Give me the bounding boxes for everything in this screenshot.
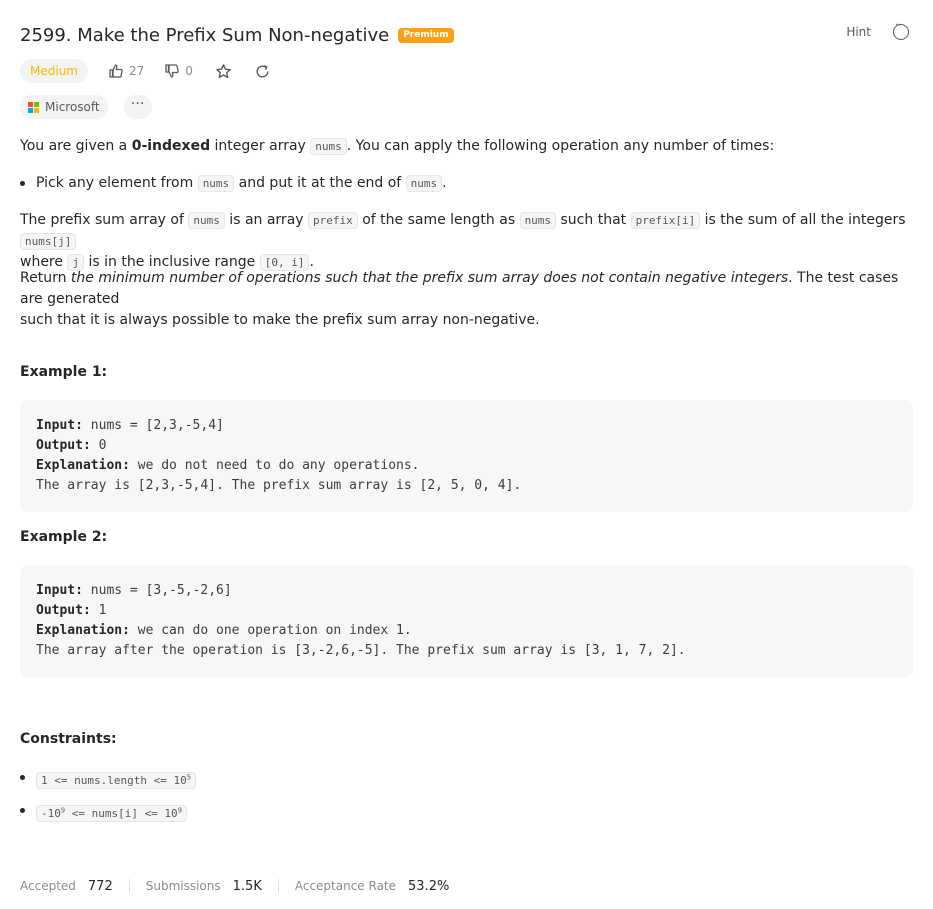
accepted-label: Accepted bbox=[20, 879, 76, 893]
title-actions: Hint bbox=[846, 20, 909, 40]
inline-code: nums bbox=[310, 138, 347, 155]
explanation-value: we do not need to do any operations. bbox=[129, 458, 420, 473]
more-options-icon[interactable] bbox=[893, 20, 909, 40]
divider bbox=[277, 879, 279, 893]
bullet-dot bbox=[20, 808, 25, 813]
inline-code: 1 <= nums.length <= 105 bbox=[36, 771, 196, 789]
submissions-count: 1.5K bbox=[232, 878, 262, 894]
inline-code: nums bbox=[405, 175, 443, 192]
text: integer array bbox=[210, 138, 311, 154]
superscript: 9 bbox=[177, 806, 182, 814]
text: such that it is always possible to make … bbox=[20, 312, 540, 328]
output-label: Output: bbox=[36, 603, 91, 618]
dislike-count: 0 bbox=[185, 64, 193, 78]
bullet-dot bbox=[20, 775, 25, 780]
meta-row: Medium 27 0 bbox=[20, 59, 271, 83]
constraints-heading: Constraints: bbox=[20, 731, 117, 747]
inline-code: nums bbox=[188, 212, 225, 229]
accepted-count: 772 bbox=[87, 878, 113, 894]
dislike-button[interactable]: 0 bbox=[164, 63, 193, 79]
acceptance-rate: 53.2% bbox=[408, 878, 450, 894]
text: Return bbox=[20, 270, 71, 286]
refresh-share-icon bbox=[256, 64, 269, 77]
example-2-block: Input: nums = [3,-5,-2,6] Output: 1 Expl… bbox=[20, 565, 913, 677]
acceptance-rate-label: Acceptance Rate bbox=[294, 879, 397, 893]
microsoft-logo-icon bbox=[28, 101, 39, 113]
inline-code: nums bbox=[197, 175, 235, 192]
example-output-line: Output: 1 bbox=[36, 601, 106, 621]
explanation-label: Explanation: bbox=[36, 458, 130, 473]
example-1-heading: Example 1: bbox=[20, 364, 108, 380]
thumbs-up-icon bbox=[109, 64, 123, 78]
company-tag[interactable]: Microsoft bbox=[20, 95, 108, 119]
description-paragraph-2: The prefix sum array of nums is an array… bbox=[20, 210, 913, 273]
example-explanation-line: Explanation: we do not need to do any op… bbox=[36, 456, 420, 476]
constraint-text: -109 <= nums[i] <= 109 bbox=[36, 800, 187, 824]
company-tag-label: Microsoft bbox=[45, 100, 100, 114]
text: . bbox=[442, 175, 447, 191]
example-input-line: Input: nums = [2,3,-5,4] bbox=[36, 416, 224, 436]
output-value: 1 bbox=[90, 603, 107, 618]
constraint-text: 1 <= nums.length <= 105 bbox=[36, 767, 196, 791]
example-extra-line: The array is [2,3,-5,4]. The prefix sum … bbox=[36, 478, 522, 493]
input-value: nums = [3,-5,-2,6] bbox=[82, 583, 232, 598]
description-paragraph-1: You are given a 0-indexed integer array … bbox=[20, 136, 913, 157]
text: of the same length as bbox=[357, 212, 520, 228]
input-label: Input: bbox=[36, 583, 83, 598]
output-label: Output: bbox=[36, 438, 91, 453]
like-count: 27 bbox=[128, 64, 145, 78]
problem-title[interactable]: 2599. Make the Prefix Sum Non-negative bbox=[20, 25, 389, 46]
share-button[interactable] bbox=[254, 63, 271, 80]
difficulty-badge: Medium bbox=[20, 59, 88, 83]
bold-text: 0-indexed bbox=[131, 138, 211, 154]
example-input-line: Input: nums = [3,-5,-2,6] bbox=[36, 581, 232, 601]
submissions-label: Submissions bbox=[145, 879, 221, 893]
inline-code: nums[j] bbox=[20, 233, 77, 250]
example-2-heading: Example 2: bbox=[20, 529, 108, 545]
text: is an array bbox=[224, 212, 309, 228]
text: -10 bbox=[41, 806, 61, 820]
example-explanation-line: Explanation: we can do one operation on … bbox=[36, 621, 412, 641]
text: is the sum of all the integers bbox=[700, 212, 906, 228]
inline-code: nums bbox=[519, 212, 557, 229]
bullet-dot bbox=[20, 181, 25, 186]
explanation-value: we can do one operation on index 1. bbox=[129, 623, 412, 638]
text: <= nums[i] <= 10 bbox=[65, 806, 178, 820]
submission-stats: Accepted 772 Submissions 1.5K Acceptance… bbox=[20, 876, 449, 896]
star-icon bbox=[216, 63, 231, 78]
divider bbox=[128, 879, 130, 893]
input-label: Input: bbox=[36, 418, 83, 433]
operation-text: Pick any element from nums and put it at… bbox=[36, 173, 447, 194]
superscript: 5 bbox=[186, 773, 191, 781]
text: Pick any element from bbox=[36, 175, 198, 191]
example-extra-line: The array after the operation is [3,-2,6… bbox=[36, 643, 686, 658]
title-row: 2599. Make the Prefix Sum Non-negative P… bbox=[20, 20, 913, 48]
input-value: nums = [2,3,-5,4] bbox=[82, 418, 224, 433]
text: 1 <= nums.length <= 10 bbox=[41, 773, 187, 787]
thumbs-down-icon bbox=[165, 64, 180, 78]
example-output-line: Output: 0 bbox=[36, 436, 106, 456]
description-paragraph-3: Return the minimum number of operations … bbox=[20, 268, 913, 331]
italic-text: the minimum number of operations such th… bbox=[70, 270, 789, 286]
company-tags-row: Microsoft ··· bbox=[20, 95, 152, 119]
text: . You can apply the following operation … bbox=[346, 138, 775, 154]
inline-code: prefix bbox=[308, 212, 358, 229]
output-value: 0 bbox=[90, 438, 107, 453]
text: You are given a bbox=[20, 138, 132, 154]
hint-button[interactable]: Hint bbox=[846, 25, 871, 39]
favorite-button[interactable] bbox=[215, 63, 232, 80]
explanation-label: Explanation: bbox=[36, 623, 130, 638]
text: and put it at the end of bbox=[234, 175, 406, 191]
text: The prefix sum array of bbox=[20, 212, 189, 228]
inline-code: -109 <= nums[i] <= 109 bbox=[36, 804, 187, 822]
like-button[interactable]: 27 bbox=[108, 63, 144, 79]
example-1-block: Input: nums = [2,3,-5,4] Output: 0 Expla… bbox=[20, 400, 913, 512]
inline-code: prefix[i] bbox=[630, 212, 701, 229]
premium-badge: Premium bbox=[398, 27, 454, 43]
more-tags-button[interactable]: ··· bbox=[123, 95, 152, 119]
text: such that bbox=[556, 212, 631, 228]
